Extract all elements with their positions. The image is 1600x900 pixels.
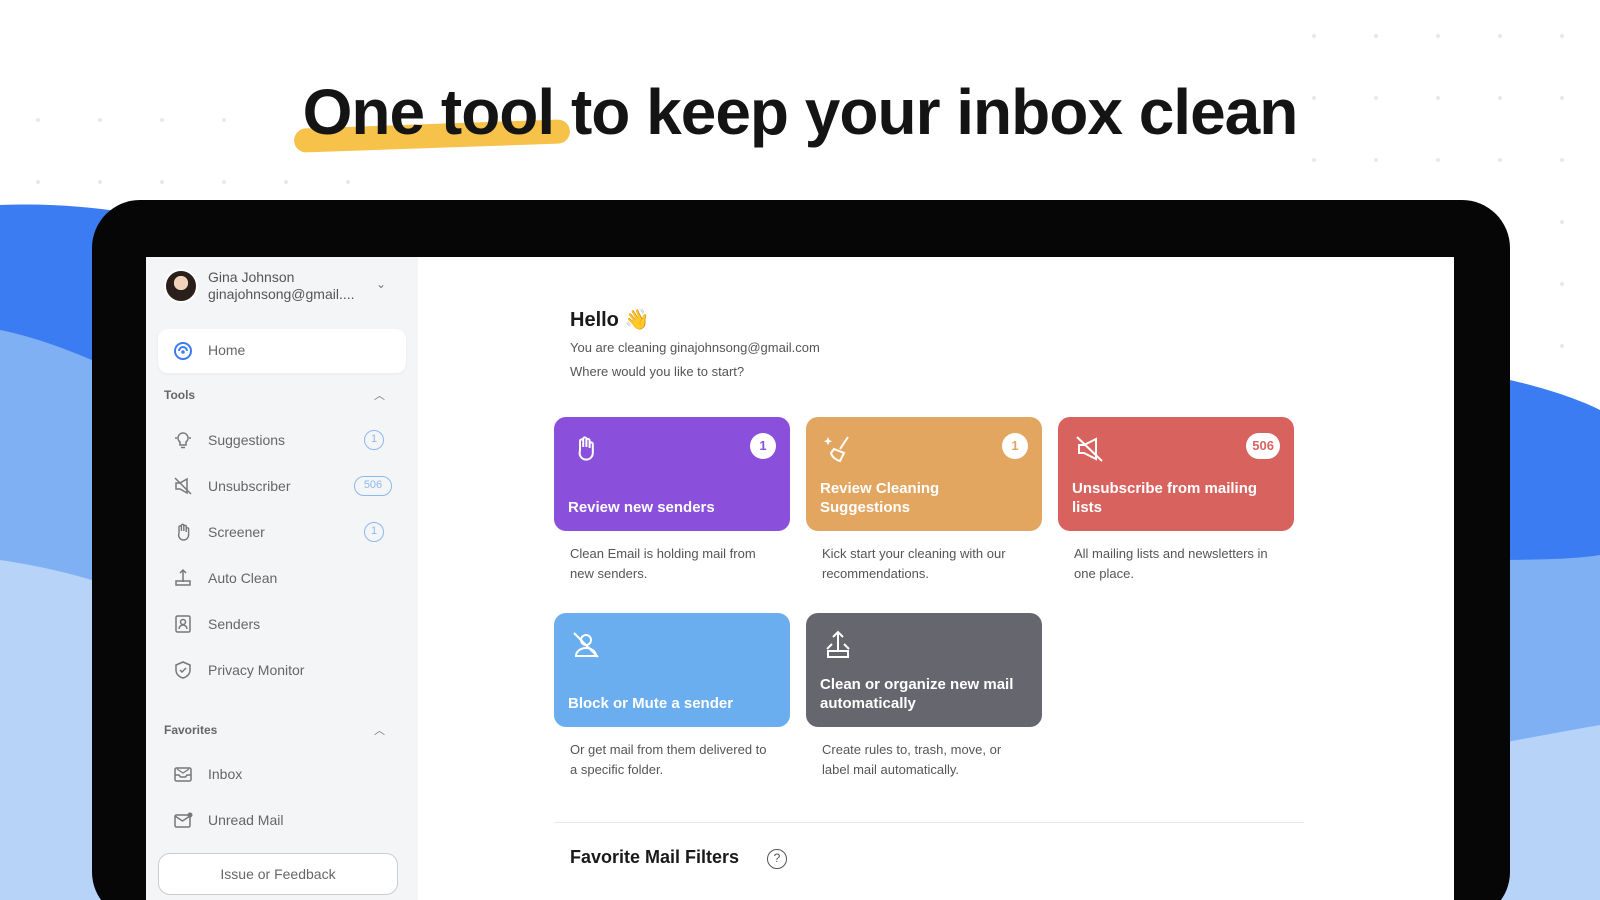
card-description: All mailing lists and newsletters in one… (1074, 546, 1268, 581)
card-description: Clean Email is holding mail from new sen… (570, 546, 756, 581)
unread-mail-icon (174, 812, 193, 828)
sidebar-item-label: Home (208, 342, 246, 358)
card-review-new-senders[interactable]: 1 Review new senders (554, 417, 790, 531)
card-description: Or get mail from them delivered to a spe… (570, 742, 767, 777)
sidebar-item-inbox[interactable]: Inbox (158, 754, 406, 794)
mute-megaphone-icon (1076, 436, 1103, 462)
divider (554, 822, 1304, 823)
issue-feedback-button[interactable]: Issue or Feedback (158, 853, 398, 895)
card-description: Kick start your cleaning with our recomm… (822, 546, 1006, 581)
chevron-down-icon: ⌄ (376, 277, 387, 291)
sidebar-item-unsubscriber[interactable]: Unsubscriber 506 (158, 466, 406, 506)
lightbulb-icon (175, 432, 191, 449)
count-badge: 506 (1246, 433, 1280, 459)
senders-icon (175, 615, 191, 633)
home-icon (174, 342, 192, 360)
card-title: Unsubscribe from mailing lists (1072, 480, 1258, 516)
avatar (164, 269, 198, 303)
sidebar: Gina Johnson ginajohnsong@gmail.... ⌄ Ho… (146, 257, 418, 900)
tools-section-title: Tools (164, 388, 196, 402)
sidebar-item-home[interactable]: Home (158, 329, 406, 373)
card-title: Review Cleaning Suggestions (820, 480, 940, 516)
hand-icon (177, 523, 190, 541)
card-title: Review new senders (568, 499, 715, 516)
card-title: Clean or organize new mail automatically (820, 676, 1014, 712)
card-auto-organize-mail[interactable]: Clean or organize new mail automatically (806, 613, 1042, 727)
favorite-mail-filters-title: Favorite Mail Filters (570, 847, 740, 867)
account-switcher[interactable]: Gina Johnson ginajohnsong@gmail.... ⌄ (164, 265, 394, 309)
hand-icon (578, 436, 594, 461)
card-title: Block or Mute a sender (568, 695, 734, 712)
card-review-cleaning-suggestions[interactable]: 1 Review Cleaning Suggestions (806, 417, 1042, 531)
sidebar-item-label: Screener (208, 524, 265, 540)
sparkle-broom-icon (823, 436, 849, 463)
sidebar-item-screener[interactable]: Screener 1 (158, 512, 406, 552)
main-content: Hello 👋 You are cleaning ginajohnsong@gm… (418, 257, 1454, 900)
sidebar-item-label: Auto Clean (208, 570, 278, 586)
sidebar-item-label: Senders (208, 616, 261, 632)
count-badge: 1 (1002, 433, 1028, 459)
count-badge: 1 (364, 522, 384, 542)
auto-clean-icon (175, 568, 191, 586)
greeting-account-text: You are cleaning ginajohnsong@gmail.com (570, 340, 820, 355)
sidebar-item-label: Unread Mail (208, 812, 284, 828)
chevron-up-icon[interactable]: ︿ (374, 387, 385, 403)
headline: One tool to keep your inbox clean (302, 76, 1299, 148)
app-screen: Gina Johnson ginajohnsong@gmail.... ⌄ Ho… (146, 257, 1454, 900)
sidebar-item-label: Privacy Monitor (208, 662, 305, 678)
sidebar-item-auto-clean[interactable]: Auto Clean (158, 558, 406, 598)
chevron-up-icon[interactable]: ︿ (374, 722, 385, 738)
greeting-title: Hello 👋 (570, 309, 650, 331)
sidebar-item-senders[interactable]: Senders (158, 604, 406, 644)
shield-icon (175, 661, 191, 679)
card-block-mute-sender[interactable]: Block or Mute a sender (554, 613, 790, 727)
account-email: ginajohnsong@gmail.... (208, 286, 355, 302)
greeting-prompt: Where would you like to start? (570, 364, 745, 379)
card-description: Create rules to, trash, move, or label m… (822, 742, 1002, 777)
sidebar-item-unread-mail[interactable]: Unread Mail (158, 800, 406, 840)
sidebar-item-label: Inbox (208, 766, 243, 782)
account-name: Gina Johnson (208, 269, 295, 285)
help-icon[interactable]: ? (767, 849, 787, 869)
card-unsubscribe-mailing-lists[interactable]: 506 Unsubscribe from mailing lists (1058, 417, 1294, 531)
unsubscribe-icon (174, 477, 192, 495)
count-badge: 506 (354, 476, 392, 496)
count-badge: 1 (364, 430, 384, 450)
block-user-icon (573, 632, 599, 658)
favorites-section-title: Favorites (164, 723, 218, 737)
sidebar-item-privacy-monitor[interactable]: Privacy Monitor (158, 650, 406, 690)
auto-organize-icon (826, 630, 850, 658)
count-badge: 1 (750, 433, 776, 459)
sidebar-item-suggestions[interactable]: Suggestions 1 (158, 420, 406, 460)
sidebar-item-label: Suggestions (208, 432, 286, 448)
sidebar-item-label: Unsubscriber (208, 478, 291, 494)
inbox-icon (174, 767, 192, 782)
